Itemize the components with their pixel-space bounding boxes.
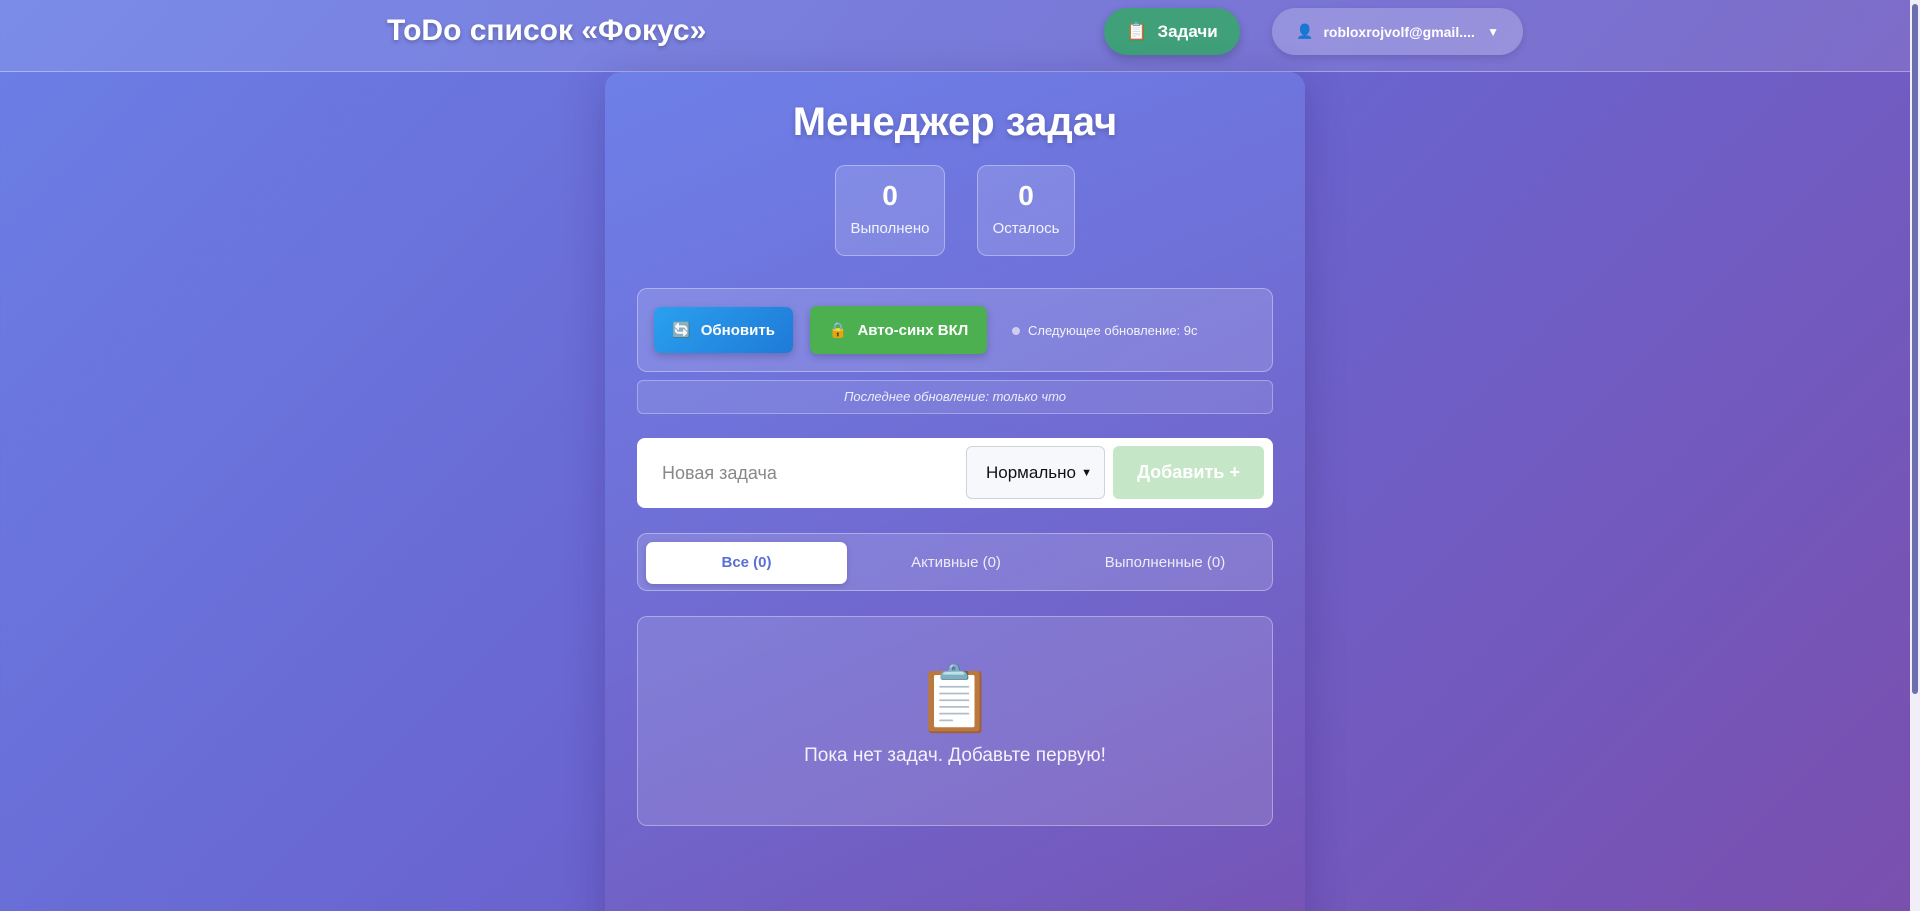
last-update-text: Последнее обновление: только что xyxy=(637,380,1273,414)
auto-sync-toggle[interactable]: 🔒 Авто-синх ВКЛ xyxy=(810,306,987,354)
user-icon: 👤 xyxy=(1296,23,1314,39)
filter-tabs: Все (0) Активные (0) Выполненные (0) xyxy=(637,533,1273,591)
lock-icon: 🔒 xyxy=(828,322,848,339)
tab-all[interactable]: Все (0) xyxy=(646,542,847,584)
user-menu-button[interactable]: 👤 robloxrojvolf@gmail.... ▼ xyxy=(1272,8,1523,55)
page-title: Менеджер задач xyxy=(792,100,1118,144)
next-update-status: Следующее обновление: 9с xyxy=(1012,323,1198,338)
clipboard-icon: 📋 xyxy=(1126,21,1148,41)
refresh-button[interactable]: 🔄 Обновить xyxy=(654,307,793,353)
refresh-label: Обновить xyxy=(700,321,775,339)
completed-label: Выполнено xyxy=(850,220,930,237)
page-scrollbar[interactable] xyxy=(1910,0,1920,911)
completed-count: 0 xyxy=(882,180,898,211)
stat-remaining: 0 Осталось xyxy=(977,165,1075,256)
tasks-nav-button[interactable]: 📋 Задачи xyxy=(1104,8,1240,55)
remaining-count: 0 xyxy=(1018,180,1034,211)
priority-select[interactable]: Нормально ▼ xyxy=(966,446,1105,499)
empty-state: 📋 Пока нет задач. Добавьте первую! xyxy=(637,616,1273,826)
top-navbar: ToDo список «Фокус» 📋 Задачи 👤 robloxroj… xyxy=(0,0,1910,72)
add-task-button[interactable]: Добавить + xyxy=(1113,446,1264,499)
auto-sync-label: Авто-синх ВКЛ xyxy=(857,321,969,339)
new-task-input[interactable] xyxy=(645,446,965,500)
tab-active[interactable]: Активные (0) xyxy=(856,542,1056,584)
chevron-down-icon: ▼ xyxy=(1487,24,1499,39)
task-manager-card: Менеджер задач 0 Выполнено 0 Осталось 🔄 … xyxy=(605,72,1305,911)
add-task-form: Нормально ▼ Добавить + xyxy=(637,438,1273,508)
next-update-text: Следующее обновление: 9с xyxy=(1028,323,1198,338)
user-email: robloxrojvolf@gmail.... xyxy=(1323,23,1475,40)
sync-panel: 🔄 Обновить 🔒 Авто-синх ВКЛ Следующее обн… xyxy=(637,288,1273,372)
status-dot-icon xyxy=(1012,326,1020,335)
clipboard-icon: 📋 xyxy=(915,663,995,735)
remaining-label: Осталось xyxy=(992,220,1060,237)
scrollbar-thumb[interactable] xyxy=(1912,4,1918,694)
empty-state-message: Пока нет задач. Добавьте первую! xyxy=(804,745,1106,766)
stat-completed: 0 Выполнено xyxy=(835,165,945,256)
chevron-down-icon: ▼ xyxy=(1081,466,1092,479)
app-title: ToDo список «Фокус» xyxy=(387,14,707,47)
priority-selected-value: Нормально xyxy=(986,462,1076,482)
tasks-nav-label: Задачи xyxy=(1157,21,1218,41)
tab-completed[interactable]: Выполненные (0) xyxy=(1064,542,1266,584)
refresh-icon: 🔄 xyxy=(672,322,691,339)
